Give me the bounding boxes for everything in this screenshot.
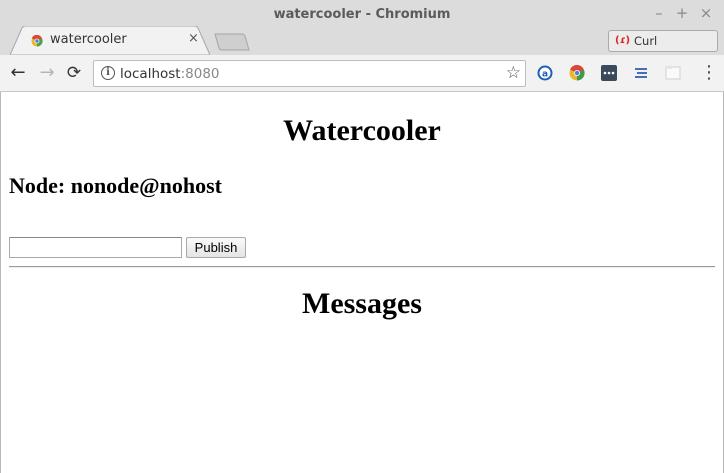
reload-button[interactable]: ⟳ <box>63 62 85 84</box>
bookmark-star-icon[interactable]: ☆ <box>506 63 521 83</box>
dots-extension-icon[interactable] <box>601 65 617 81</box>
window-titlebar: watercooler - Chromium – + × <box>0 0 724 28</box>
chrome-menu-icon[interactable]: ⋮ <box>700 63 718 83</box>
publish-button[interactable]: Publish <box>186 237 246 258</box>
forward-button[interactable]: → <box>36 62 58 84</box>
page-content: Watercooler Node: nonode@nohost Publish … <box>1 93 723 473</box>
minimize-button[interactable]: – <box>650 4 668 22</box>
url-text[interactable]: localhost:8080 <box>120 66 220 82</box>
browser-toolbar: ← → ⟳ i localhost:8080 ☆ a ⋮ <box>0 55 724 92</box>
close-window-button[interactable]: × <box>697 4 715 22</box>
amazon-assistant-icon[interactable]: a <box>537 65 553 81</box>
divider <box>9 266 715 268</box>
messages-heading: Messages <box>302 287 422 320</box>
profile-button[interactable]: (ɾ) Curl employee <box>608 30 718 68</box>
url-host: localhost <box>120 66 181 82</box>
svg-text:a: a <box>542 70 548 80</box>
google-chrome-icon[interactable] <box>569 65 585 81</box>
maximize-button[interactable]: + <box>673 4 691 22</box>
window-title: watercooler - Chromium <box>273 7 451 22</box>
message-input[interactable] <box>9 237 182 258</box>
info-icon[interactable]: i <box>101 66 115 80</box>
curl-logo-icon: (ɾ) <box>615 35 631 46</box>
chromium-favicon-icon <box>31 35 43 47</box>
page-title: Watercooler <box>283 114 441 147</box>
url-port: :8080 <box>180 66 220 82</box>
tab-close-button[interactable]: × <box>188 31 199 46</box>
node-label: Node: nonode@nohost <box>9 173 223 198</box>
new-tab-button[interactable] <box>214 33 250 51</box>
tab-strip: watercooler × (ɾ) Curl employee <box>0 26 724 68</box>
back-button[interactable]: ← <box>7 62 29 84</box>
tab-watercooler[interactable]: watercooler × <box>10 26 210 56</box>
tab-title: watercooler <box>50 32 127 47</box>
address-bar[interactable]: i localhost:8080 ☆ <box>93 60 526 87</box>
blank-extension-icon[interactable] <box>665 65 681 81</box>
lines-extension-icon[interactable] <box>633 65 649 81</box>
